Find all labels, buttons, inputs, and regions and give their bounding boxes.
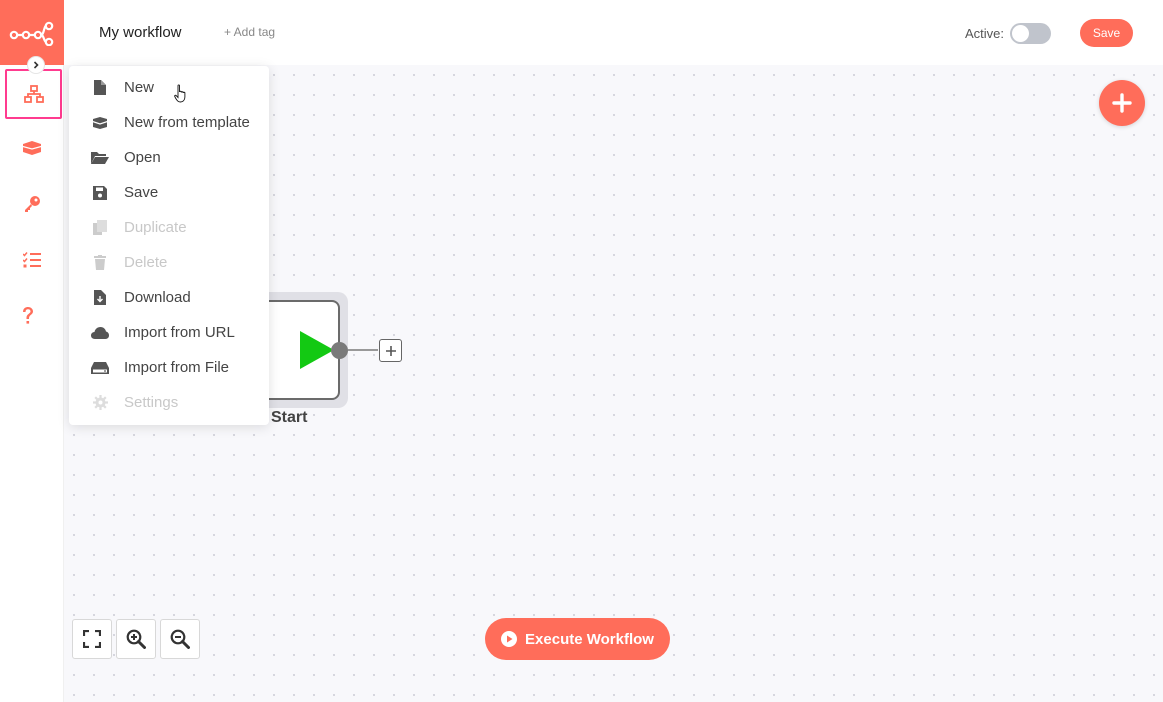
menu-item-label: Settings — [124, 394, 179, 411]
sidebar-item-templates[interactable] — [0, 123, 64, 173]
output-connector-line — [348, 349, 378, 351]
menu-item-label: Open — [124, 149, 161, 166]
hdd-icon — [91, 359, 109, 377]
menu-item-new[interactable]: New — [69, 70, 269, 105]
file-download-icon — [91, 289, 109, 307]
add-tag-link[interactable]: + Add tag — [224, 25, 275, 39]
zoom-in-button[interactable] — [116, 619, 156, 659]
menu-item-new-from-template[interactable]: New from template — [69, 105, 269, 140]
menu-item-label: New — [124, 79, 155, 96]
menu-item-import-url[interactable]: Import from URL — [69, 315, 269, 350]
plus-icon — [385, 345, 396, 356]
box-open-icon — [21, 141, 43, 155]
copy-icon — [91, 219, 109, 237]
node-output-handle[interactable] — [331, 342, 348, 359]
tasks-list-icon — [23, 252, 41, 268]
menu-item-label: Import from File — [124, 359, 230, 376]
network-icon — [23, 85, 44, 103]
zoom-out-icon — [170, 629, 190, 649]
play-icon — [300, 331, 334, 369]
sidebar-item-help[interactable] — [0, 291, 60, 341]
menu-item-label: Duplicate — [124, 219, 187, 236]
sidebar-item-credentials[interactable] — [0, 179, 64, 229]
menu-item-label: Save — [124, 184, 159, 201]
top-bar: My workflow + Add tag Active: Save — [64, 0, 1163, 65]
execute-workflow-button[interactable]: Execute Workflow — [485, 618, 670, 660]
file-icon — [91, 79, 109, 97]
hand-cursor-icon — [174, 84, 186, 103]
play-circle-icon — [501, 631, 518, 647]
add-node-button[interactable] — [1099, 80, 1145, 126]
sidebar-item-workflow[interactable] — [5, 69, 62, 119]
n8n-logo[interactable] — [0, 0, 64, 65]
menu-item-import-file[interactable]: Import from File — [69, 350, 269, 385]
menu-item-settings[interactable]: Settings — [69, 385, 269, 420]
menu-item-delete[interactable]: Delete — [69, 245, 269, 280]
menu-item-label: Download — [124, 289, 191, 306]
menu-item-label: Delete — [124, 254, 168, 271]
folder-open-icon — [91, 149, 109, 167]
active-toggle[interactable] — [1010, 23, 1051, 44]
menu-item-download[interactable]: Download — [69, 280, 269, 315]
box-open-icon — [91, 114, 109, 132]
key-icon — [25, 196, 40, 212]
logo-icon — [9, 21, 54, 46]
menu-item-label: Import from URL — [124, 324, 235, 341]
menu-item-save[interactable]: Save — [69, 175, 269, 210]
zoom-to-fit-button[interactable] — [72, 619, 112, 659]
question-icon — [23, 307, 33, 324]
plus-icon — [1112, 93, 1132, 113]
menu-item-open[interactable]: Open — [69, 140, 269, 175]
sidebar — [0, 0, 64, 702]
menu-item-duplicate[interactable]: Duplicate — [69, 210, 269, 245]
cloud-icon — [91, 324, 109, 342]
menu-item-label: New from template — [124, 114, 250, 131]
floppy-icon — [91, 184, 109, 202]
zoom-out-button[interactable] — [160, 619, 200, 659]
add-connected-node-button[interactable] — [379, 339, 402, 362]
node-label: Start — [271, 409, 308, 426]
sidebar-expand-button[interactable] — [27, 56, 45, 74]
chevron-right-icon — [33, 61, 39, 69]
cog-icon — [91, 394, 109, 412]
save-button[interactable]: Save — [1080, 19, 1133, 47]
zoom-in-icon — [126, 629, 146, 649]
expand-icon — [83, 630, 101, 648]
trash-icon — [91, 254, 109, 272]
sidebar-item-executions[interactable] — [0, 235, 64, 285]
workflow-name[interactable]: My workflow — [99, 24, 182, 41]
active-label: Active: — [965, 26, 1005, 41]
workflow-menu: New New from template Open Save Duplicat… — [69, 66, 269, 425]
execute-workflow-label: Execute Workflow — [525, 630, 654, 648]
toggle-knob — [1012, 25, 1029, 42]
